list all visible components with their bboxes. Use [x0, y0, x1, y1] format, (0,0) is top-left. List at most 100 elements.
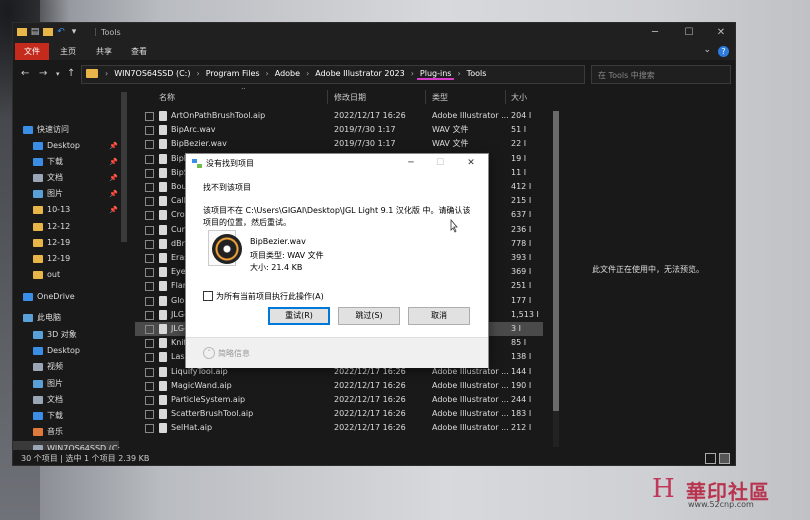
breadcrumb-tools[interactable]: Tools [464, 69, 490, 80]
row-checkbox[interactable] [145, 381, 154, 391]
recent-locations-icon[interactable]: ▾ [56, 70, 60, 78]
row-checkbox[interactable] [145, 154, 154, 164]
sidebar-item[interactable]: 12-12 [13, 219, 119, 235]
row-checkbox[interactable] [145, 353, 154, 363]
dialog-minimize-button[interactable]: ─ [400, 156, 422, 170]
table-row[interactable]: ParticleSystem.aip 2022/12/17 16:26 Adobe … [135, 393, 543, 407]
sidebar-item[interactable]: 图片 📌 [13, 186, 119, 202]
breadcrumb-plug-ins[interactable]: Plug-ins [416, 69, 455, 80]
sidebar-item[interactable]: 下载 📌 [13, 154, 119, 170]
column-divider[interactable] [327, 90, 328, 104]
breadcrumb-separator[interactable]: › [263, 69, 272, 80]
row-checkbox[interactable] [145, 282, 154, 292]
row-checkbox[interactable] [145, 211, 154, 221]
tab-view[interactable]: 查看 [124, 43, 154, 60]
breadcrumb-separator[interactable]: › [454, 69, 463, 80]
up-arrow-icon[interactable]: ↑ [67, 68, 75, 79]
row-checkbox[interactable] [145, 126, 154, 136]
row-checkbox[interactable] [145, 183, 154, 192]
sidebar-item[interactable]: 音乐 [13, 424, 119, 440]
sidebar-item[interactable]: Desktop 📌 [13, 138, 119, 154]
expand-ribbon-icon[interactable]: ⌄ [703, 45, 711, 55]
tab-file[interactable]: 文件 [15, 43, 49, 60]
table-row[interactable]: BipBezier.wav 2019/7/30 1:17 WAV 文件 22 I [135, 137, 543, 151]
table-row[interactable]: ArtOnPathBrushTool.aip 2022/12/17 16:26 Ad… [135, 109, 543, 123]
row-checkbox[interactable] [145, 325, 154, 334]
row-checkbox[interactable] [145, 296, 154, 306]
minimize-button[interactable]: ─ [643, 26, 667, 40]
breadcrumb-separator[interactable]: › [408, 69, 417, 80]
back-arrow-icon[interactable]: ← [21, 68, 29, 79]
properties-icon[interactable]: ▤ [30, 27, 40, 37]
retry-button[interactable]: 重试(R) [268, 307, 330, 325]
row-checkbox[interactable] [145, 112, 154, 121]
row-checkbox[interactable] [145, 239, 154, 249]
search-box[interactable]: 在 Tools 中搜索 [591, 65, 731, 84]
breadcrumb-illustrator[interactable]: Adobe Illustrator 2023 [312, 69, 407, 80]
cancel-button[interactable]: 取消 [408, 307, 470, 325]
apply-to-all-checkbox[interactable] [203, 291, 213, 301]
table-row[interactable]: ScatterBrushTool.aip 2022/12/17 16:26 Adob… [135, 407, 543, 421]
sidebar-item[interactable]: 3D 对象 [13, 327, 119, 343]
large-icons-view-icon[interactable] [719, 453, 730, 464]
help-icon[interactable]: ? [718, 46, 729, 57]
sidebar-item[interactable]: 文档 📌 [13, 170, 119, 186]
sidebar-item[interactable]: 12-19 [13, 251, 119, 267]
row-checkbox[interactable] [145, 225, 154, 235]
row-checkbox[interactable] [145, 424, 154, 434]
file-list-scrollbar[interactable] [553, 111, 559, 447]
dialog-close-button[interactable]: ✕ [460, 156, 482, 170]
row-checkbox[interactable] [145, 168, 154, 178]
sidebar-item[interactable]: 快速访问 [13, 122, 119, 138]
sidebar-item[interactable]: OneDrive [13, 289, 119, 305]
sidebar-item[interactable]: 12-19 [13, 235, 119, 251]
row-checkbox[interactable] [145, 268, 154, 278]
table-row[interactable]: MagicWand.aip 2022/12/17 16:26 Adobe Illus… [135, 379, 543, 393]
sidebar-item[interactable]: out [13, 267, 119, 283]
navigation-scrollbar[interactable] [121, 92, 127, 242]
sidebar-item[interactable]: 文档 [13, 392, 119, 408]
column-header-name[interactable]: 名称 [159, 92, 175, 103]
close-button[interactable]: ✕ [709, 26, 733, 40]
details-view-icon[interactable] [705, 453, 716, 464]
search-input[interactable]: 在 Tools 中搜索 [598, 70, 655, 81]
sidebar-item[interactable]: 此电脑 [13, 310, 119, 326]
tab-home[interactable]: 主页 [53, 43, 83, 60]
column-header-type[interactable]: 类型 [432, 92, 448, 103]
new-folder-icon[interactable] [43, 28, 53, 36]
sidebar-item[interactable]: 图片 [13, 376, 119, 392]
sidebar-item[interactable]: WIN7OS64SSD (C: [13, 441, 120, 450]
sidebar-item[interactable]: 视频 [13, 359, 119, 375]
address-bar[interactable]: › WIN7OS64SSD (C:) › Program Files › Ado… [81, 65, 645, 84]
undo-icon[interactable]: ↶ [56, 27, 66, 37]
column-header-size[interactable]: 大小 [511, 92, 527, 103]
apply-to-all-label[interactable]: 为所有当前项目执行此操作(A) [216, 291, 324, 302]
sidebar-item[interactable]: 10-13 📌 [13, 202, 119, 218]
column-header-date[interactable]: 修改日期 [334, 92, 366, 103]
scrollbar-thumb[interactable] [553, 111, 559, 411]
tab-share[interactable]: 共享 [89, 43, 119, 60]
row-checkbox[interactable] [145, 410, 154, 420]
chevron-up-icon[interactable]: ⌃ [203, 347, 215, 359]
row-checkbox[interactable] [145, 367, 154, 377]
sidebar-item[interactable]: Desktop [13, 343, 119, 359]
row-checkbox[interactable] [145, 197, 154, 207]
breadcrumb-adobe[interactable]: Adobe [272, 69, 303, 80]
breadcrumb-program-files[interactable]: Program Files [203, 69, 263, 80]
table-row[interactable]: SelHat.aip 2022/12/17 16:26 Adobe Illustra… [135, 421, 543, 435]
sidebar-item[interactable]: 下载 [13, 408, 119, 424]
row-checkbox[interactable] [145, 396, 154, 405]
column-divider[interactable] [425, 90, 426, 104]
forward-arrow-icon[interactable]: → [39, 68, 47, 79]
breadcrumb-drive[interactable]: WIN7OS64SSD (C:) [111, 69, 193, 80]
breadcrumb-separator[interactable]: › [303, 69, 312, 80]
row-checkbox[interactable] [145, 339, 154, 349]
row-checkbox[interactable] [145, 140, 154, 150]
skip-button[interactable]: 跳过(S) [338, 307, 400, 325]
row-checkbox[interactable] [145, 310, 154, 320]
row-checkbox[interactable] [145, 254, 154, 263]
table-row[interactable]: BipArc.wav 2019/7/30 1:17 WAV 文件 51 I [135, 123, 543, 137]
column-divider[interactable] [505, 90, 506, 104]
customize-toolbar-icon[interactable]: ▾ [69, 27, 79, 37]
fewer-details-link[interactable]: 简略信息 [218, 348, 250, 359]
